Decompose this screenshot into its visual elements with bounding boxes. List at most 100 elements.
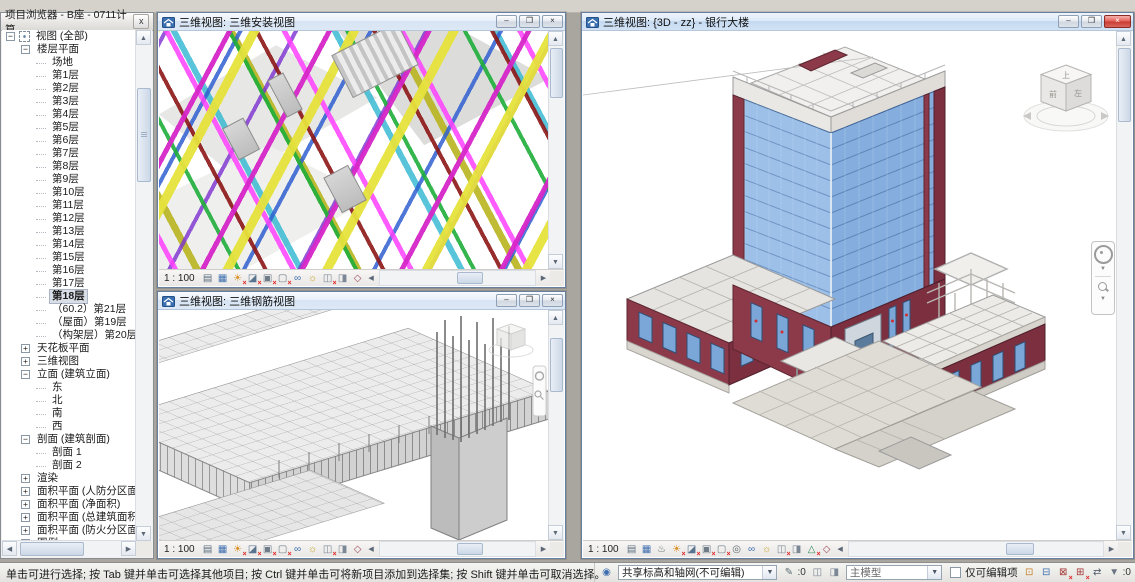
rebar-hscrollbar[interactable] <box>379 541 536 557</box>
hscroll-thumb[interactable] <box>20 542 84 556</box>
project-browser-titlebar[interactable]: 项目浏览器 - B座 - 0711计算 x <box>1 13 153 31</box>
unlocked-3d-view-icon[interactable]: ◎ <box>730 543 744 556</box>
restore-button[interactable]: ❐ <box>1081 15 1102 28</box>
scroll-up-icon[interactable]: ▲ <box>136 30 151 45</box>
temporary-view-properties-icon[interactable]: ◨ <box>336 543 350 556</box>
scroll-right-icon[interactable]: ▶ <box>121 541 136 556</box>
analytical-model-icon[interactable]: △× <box>805 543 819 556</box>
rebar-vscrollbar[interactable]: ▲ ▼ <box>548 310 564 540</box>
scroll-right-icon[interactable]: ▶ <box>1106 545 1117 553</box>
scroll-down-icon[interactable]: ▼ <box>136 526 151 541</box>
tree-item[interactable]: 东 <box>2 381 135 394</box>
scroll-left-icon[interactable]: ◀ <box>366 545 377 553</box>
close-icon[interactable]: x <box>133 14 149 29</box>
window-mep-titlebar[interactable]: 三维视图: 三维安装视图 – ❐ × <box>158 13 565 31</box>
minimize-button[interactable]: – <box>496 294 517 307</box>
shadows-icon[interactable]: ◪× <box>685 543 699 556</box>
select-pinned-off-icon[interactable]: ⊠× <box>1056 566 1071 580</box>
tree-item[interactable]: 北 <box>2 394 135 407</box>
mep-3d-canvas[interactable]: ▲ ▼ <box>159 31 564 269</box>
temporary-hide-isolate-icon[interactable]: ∞ <box>291 272 305 285</box>
worksharing-display-icon[interactable]: ◫× <box>321 272 335 285</box>
reveal-hidden-elements-icon[interactable]: ☼ <box>306 543 320 556</box>
selection-filter-icon[interactable]: ▼ <box>1107 566 1122 580</box>
scroll-right-icon[interactable]: ▶ <box>538 545 549 553</box>
window-rebar-titlebar[interactable]: 三维视图: 三维钢筋视图 – ❐ × <box>158 292 565 310</box>
visual-style-icon[interactable]: ▦ <box>216 272 230 285</box>
temporary-hide-isolate-icon[interactable]: ∞ <box>291 543 305 556</box>
temporary-view-properties-icon[interactable]: ◨ <box>336 272 350 285</box>
restore-button[interactable]: ❐ <box>519 15 540 28</box>
temporary-hide-isolate-icon[interactable]: ∞ <box>745 543 759 556</box>
view-scale[interactable]: 1 : 100 <box>164 273 195 284</box>
sun-path-icon[interactable]: ☀× <box>231 543 245 556</box>
rebar-3d-canvas[interactable]: ▲ ▼ <box>159 310 564 540</box>
select-by-face-off-icon[interactable]: ⊞× <box>1073 566 1088 580</box>
chevron-down-icon[interactable]: ▼ <box>762 566 776 579</box>
sun-path-icon[interactable]: ☀× <box>670 543 684 556</box>
mep-vscrollbar[interactable]: ▲ ▼ <box>548 31 564 269</box>
navigation-bar[interactable]: ▼ ▼ <box>1091 241 1115 315</box>
worksharing-display-icon[interactable]: ◫× <box>321 543 335 556</box>
minimize-button[interactable]: – <box>1058 15 1079 28</box>
window-building-titlebar[interactable]: 三维视图: {3D - zz} - 银行大楼 – ❐ × <box>582 13 1133 31</box>
steering-wheel-icon[interactable] <box>1094 245 1113 264</box>
rendering-dialog-icon[interactable]: ♨ <box>655 543 669 556</box>
select-links-icon[interactable]: ⊡ <box>1022 566 1037 580</box>
collapse-icon[interactable]: − <box>6 32 15 41</box>
reveal-hidden-elements-icon[interactable]: ☼ <box>760 543 774 556</box>
design-options-select[interactable]: 主模型 ▼ <box>846 565 942 580</box>
show-constraints-icon[interactable]: ◇ <box>351 543 365 556</box>
expand-icon[interactable]: + <box>21 487 30 496</box>
tree-item[interactable]: −立面 (建筑立面) <box>2 368 135 381</box>
collapse-icon[interactable]: − <box>21 370 30 379</box>
chevron-down-icon[interactable]: ▼ <box>1100 296 1106 302</box>
relinquish-icon[interactable]: ◫ <box>810 566 825 580</box>
scroll-right-icon[interactable]: ▶ <box>538 274 549 282</box>
crop-region-icon[interactable]: ▢× <box>715 543 729 556</box>
detail-level-icon[interactable]: ▤ <box>201 272 215 285</box>
crop-region-icon[interactable]: ▢× <box>276 543 290 556</box>
crop-view-icon[interactable]: ▣× <box>700 543 714 556</box>
restore-button[interactable]: ❐ <box>519 294 540 307</box>
building-vscrollbar[interactable]: ▲ ▼ <box>1116 31 1132 540</box>
drag-elements-icon[interactable]: ⇄ <box>1090 566 1105 580</box>
shadows-icon[interactable]: ◪× <box>246 543 260 556</box>
scroll-left-icon[interactable]: ◀ <box>835 545 846 553</box>
detail-level-icon[interactable]: ▤ <box>625 543 639 556</box>
visual-style-icon[interactable]: ▦ <box>640 543 654 556</box>
crop-view-icon[interactable]: ▣× <box>261 272 275 285</box>
expand-icon[interactable]: + <box>21 357 30 366</box>
show-constraints-icon[interactable]: ◇ <box>351 272 365 285</box>
expand-icon[interactable]: + <box>21 500 30 509</box>
select-underlay-icon[interactable]: ⊟ <box>1039 566 1054 580</box>
vscroll-thumb[interactable] <box>137 88 151 182</box>
building-hscrollbar[interactable] <box>848 541 1104 557</box>
tree-item[interactable]: 剖面 2 <box>2 459 135 472</box>
view-scale[interactable]: 1 : 100 <box>164 544 195 555</box>
tree-item[interactable]: +面积平面 (防火分区面积) <box>2 524 135 537</box>
building-3d-canvas[interactable]: 上 前 左 ▼ ▼ ▲ ▼ <box>583 31 1132 540</box>
active-workset-select[interactable]: 共享标高和轴网(不可编辑) ▼ <box>618 565 777 580</box>
close-button[interactable]: × <box>542 294 563 307</box>
worksharing-monitor-icon[interactable]: ◨ <box>827 566 842 580</box>
collapse-icon[interactable]: − <box>21 435 30 444</box>
chevron-down-icon[interactable]: ▼ <box>1100 266 1106 272</box>
crop-region-icon[interactable]: ▢× <box>276 272 290 285</box>
close-button[interactable]: × <box>542 15 563 28</box>
worksharing-display-icon[interactable]: ◫× <box>775 543 789 556</box>
reveal-hidden-elements-icon[interactable]: ☼ <box>306 272 320 285</box>
minimize-button[interactable]: – <box>496 15 517 28</box>
shadows-icon[interactable]: ◪× <box>246 272 260 285</box>
worksets-icon[interactable]: ◉ <box>599 566 614 580</box>
scroll-left-icon[interactable]: ◀ <box>366 274 377 282</box>
expand-icon[interactable]: + <box>21 474 30 483</box>
temporary-view-properties-icon[interactable]: ◨ <box>790 543 804 556</box>
expand-icon[interactable]: + <box>21 513 30 522</box>
show-constraints-icon[interactable]: ◇ <box>820 543 834 556</box>
expand-icon[interactable]: + <box>21 526 30 535</box>
zoom-icon[interactable] <box>1097 281 1110 294</box>
project-browser-hscrollbar[interactable]: ◀ ▶ <box>2 540 136 557</box>
mep-hscrollbar[interactable] <box>379 270 536 286</box>
project-browser-vscrollbar[interactable]: ▲ ▼ <box>135 30 152 541</box>
